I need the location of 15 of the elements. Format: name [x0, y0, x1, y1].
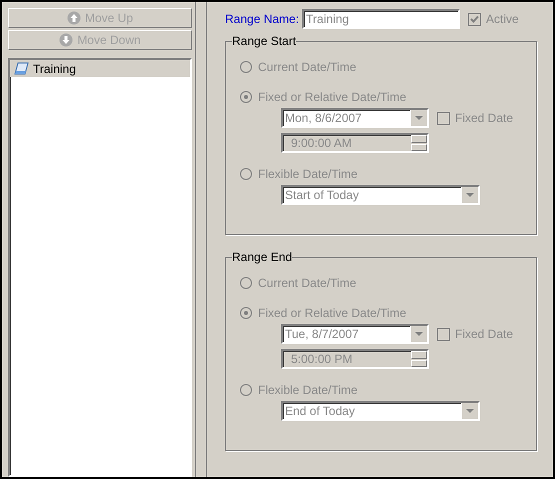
radio-label: Flexible Date/Time: [258, 383, 358, 397]
range-name-label: Range Name:: [225, 12, 300, 26]
fixed-date-label: Fixed Date: [455, 327, 514, 341]
radio-label: Flexible Date/Time: [258, 167, 358, 181]
radio-label: Fixed or Relative Date/Time: [258, 306, 406, 320]
radio-label: Current Date/Time: [258, 276, 356, 290]
radio-label: Fixed or Relative Date/Time: [258, 90, 406, 104]
range-list-item[interactable]: Training: [10, 60, 190, 77]
radio-label: Current Date/Time: [258, 60, 356, 74]
active-label: Active: [486, 12, 519, 26]
fixed-date-label: Fixed Date: [455, 111, 514, 125]
group-title: Range Start: [232, 34, 296, 48]
group-title: Range End: [232, 250, 292, 264]
splitter[interactable]: [195, 2, 207, 477]
document-icon: [14, 62, 30, 76]
